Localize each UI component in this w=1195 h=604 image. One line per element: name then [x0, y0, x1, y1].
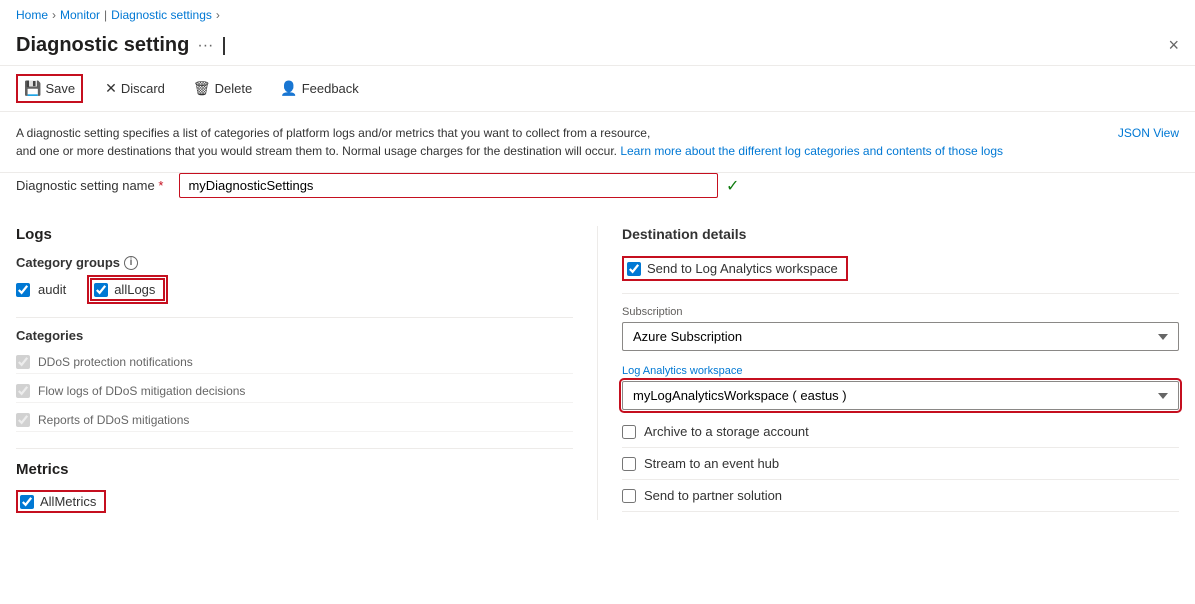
delete-label: Delete	[215, 81, 253, 96]
description-text: A diagnostic setting specifies a list of…	[16, 124, 1003, 160]
more-options-icon[interactable]: ···	[197, 37, 213, 55]
setting-name-input-wrap: ✓	[179, 173, 739, 198]
delete-icon: 🗑	[193, 80, 211, 97]
description-text2: and one or more destinations that you wo…	[16, 144, 620, 158]
eventhub-label: Stream to an event hub	[644, 456, 779, 471]
metrics-section-title: Metrics	[16, 461, 573, 478]
page-header: Diagnostic setting ··· ×	[0, 30, 1195, 66]
description-bar: A diagnostic setting specifies a list of…	[0, 112, 1195, 173]
partner-checkbox[interactable]	[622, 489, 636, 503]
toolbar: 💾 Save ✕ Discard 🗑 Delete 👤 Feedback	[0, 66, 1195, 112]
subscription-field-group: Subscription Azure Subscription	[622, 306, 1179, 351]
log-analytics-checkbox[interactable]	[627, 262, 641, 276]
page-title: Diagnostic setting	[16, 34, 189, 57]
category-item-ddos3: Reports of DDoS mitigations	[16, 409, 573, 432]
eventhub-option-row: Stream to an event hub	[622, 456, 1179, 480]
audit-checkbox[interactable]	[16, 283, 30, 297]
logs-section-title: Logs	[16, 226, 573, 243]
allmetrics-checkbox-row: AllMetrics	[16, 490, 573, 513]
log-analytics-option-row: Send to Log Analytics workspace	[622, 256, 1179, 294]
partner-option-row: Send to partner solution	[622, 488, 1179, 512]
feedback-button[interactable]: 👤 Feedback	[274, 76, 365, 101]
breadcrumb-home[interactable]: Home	[16, 8, 48, 22]
audit-label: audit	[38, 282, 66, 297]
categories-title: Categories	[16, 328, 573, 343]
feedback-label: Feedback	[302, 81, 359, 96]
valid-check-icon: ✓	[726, 176, 739, 196]
description-text1: A diagnostic setting specifies a list of…	[16, 126, 650, 140]
setting-name-row: Diagnostic setting name * ✓	[0, 173, 1195, 210]
cursor	[223, 37, 225, 55]
discard-label: Discard	[121, 81, 165, 96]
breadcrumb-diag-settings[interactable]: Diagnostic settings	[111, 8, 212, 22]
storage-option-row: Archive to a storage account	[622, 424, 1179, 448]
subscription-label: Subscription	[622, 306, 1179, 318]
breadcrumb: Home › Monitor | Diagnostic settings ›	[0, 0, 1195, 30]
delete-button[interactable]: 🗑 Delete	[187, 76, 258, 101]
feedback-icon: 👤	[280, 80, 297, 97]
category-groups-label: Category groups i	[16, 255, 573, 270]
save-button[interactable]: 💾 Save	[16, 74, 83, 103]
discard-icon: ✕	[105, 80, 117, 97]
alllogs-checkbox[interactable]	[94, 283, 108, 297]
workspace-select[interactable]: myLogAnalyticsWorkspace ( eastus )	[622, 381, 1179, 410]
allmetrics-checkbox[interactable]	[20, 495, 34, 509]
save-label: Save	[45, 81, 75, 96]
storage-checkbox[interactable]	[622, 425, 636, 439]
breadcrumb-monitor[interactable]: Monitor	[60, 8, 100, 22]
category-groups-row: audit allLogs	[16, 278, 573, 318]
alllogs-label: allLogs	[114, 282, 155, 297]
destination-section-title: Destination details	[622, 226, 1179, 242]
audit-checkbox-row: audit	[16, 278, 66, 301]
learn-more-link[interactable]: Learn more about the different log categ…	[620, 144, 1003, 158]
ddos3-label: Reports of DDoS mitigations	[38, 413, 189, 427]
metrics-section: Metrics AllMetrics	[16, 448, 573, 513]
breadcrumb-sep1: ›	[52, 8, 56, 22]
main-content: Logs Category groups i audit allLogs	[0, 210, 1195, 536]
json-view-link[interactable]: JSON View	[1118, 124, 1179, 142]
ddos2-label: Flow logs of DDoS mitigation decisions	[38, 384, 245, 398]
storage-label: Archive to a storage account	[644, 424, 809, 439]
ddos3-checkbox[interactable]	[16, 413, 30, 427]
close-button[interactable]: ×	[1168, 35, 1179, 56]
ddos1-label: DDoS protection notifications	[38, 355, 193, 369]
alllogs-checkbox-row: allLogs	[90, 278, 165, 301]
subscription-select[interactable]: Azure Subscription	[622, 322, 1179, 351]
setting-name-label: Diagnostic setting name *	[16, 178, 163, 193]
workspace-label: Log Analytics workspace	[622, 365, 1179, 377]
ddos2-checkbox[interactable]	[16, 384, 30, 398]
breadcrumb-sep3: ›	[216, 8, 220, 22]
setting-name-input[interactable]	[179, 173, 718, 198]
log-analytics-label: Send to Log Analytics workspace	[647, 261, 838, 276]
info-icon[interactable]: i	[124, 256, 138, 270]
ddos1-checkbox[interactable]	[16, 355, 30, 369]
right-panel: Destination details Send to Log Analytic…	[597, 226, 1179, 520]
category-item-ddos1: DDoS protection notifications	[16, 351, 573, 374]
discard-button[interactable]: ✕ Discard	[99, 76, 171, 101]
left-panel: Logs Category groups i audit allLogs	[16, 226, 573, 520]
required-marker: *	[158, 178, 163, 193]
category-item-ddos2: Flow logs of DDoS mitigation decisions	[16, 380, 573, 403]
save-icon: 💾	[24, 80, 41, 97]
categories-section: Categories DDoS protection notifications…	[16, 328, 573, 432]
allmetrics-label: AllMetrics	[40, 494, 96, 509]
eventhub-checkbox[interactable]	[622, 457, 636, 471]
breadcrumb-sep2: |	[104, 8, 107, 22]
partner-label: Send to partner solution	[644, 488, 782, 503]
workspace-field-group: Log Analytics workspace myLogAnalyticsWo…	[622, 365, 1179, 410]
